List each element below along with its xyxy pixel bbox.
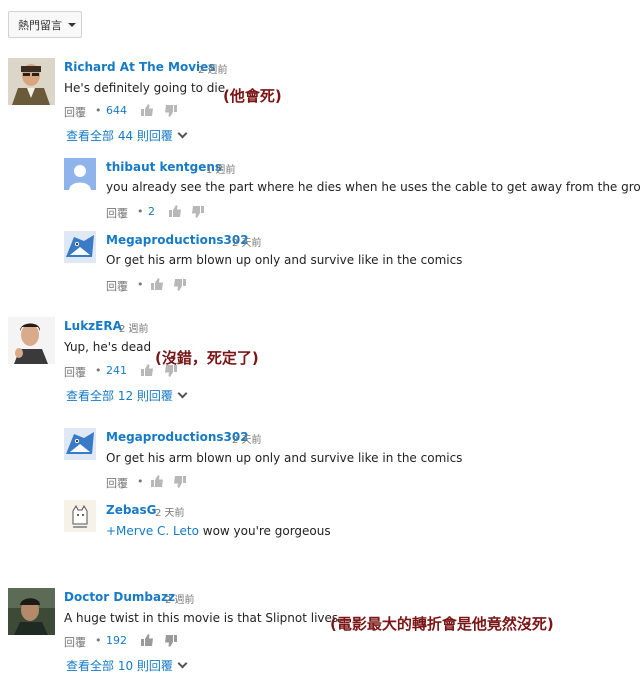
comment-author[interactable]: Richard At The Movies (64, 60, 215, 74)
view-all-replies-link[interactable]: 查看全部 12 則回覆 (66, 387, 188, 404)
chevron-down-icon (177, 128, 188, 139)
separator-dot: • (137, 205, 144, 218)
thumbs-up-icon[interactable] (150, 474, 164, 488)
caret-down-icon (68, 22, 76, 27)
separator-dot: • (95, 104, 102, 117)
comment-time[interactable]: 2 週前 (165, 591, 195, 606)
thumbs-up-icon[interactable] (140, 633, 154, 647)
thumbs-up-icon[interactable] (168, 204, 182, 218)
comment-author[interactable]: Megaproductions302 (106, 233, 249, 247)
annotation-text: (電影最大的轉折會是他竟然沒死) (330, 615, 554, 633)
cartoon-shark-icon (64, 428, 96, 460)
avatar[interactable] (64, 231, 96, 263)
separator-dot: • (95, 634, 102, 647)
comment-author[interactable]: LukzERA (64, 319, 122, 333)
reply-button[interactable]: 回覆 (64, 364, 86, 380)
comment-text-body: wow you're gorgeous (198, 524, 331, 538)
comment-time[interactable]: 1 週前 (206, 161, 236, 176)
thumbs-down-icon[interactable] (173, 278, 187, 292)
reply-button[interactable]: 回覆 (64, 634, 86, 650)
like-count: 241 (106, 364, 127, 377)
view-all-replies-link[interactable]: 查看全部 44 則回覆 (66, 127, 188, 144)
comment-text: Yup, he's dead (64, 340, 152, 354)
sort-dropdown[interactable]: 熱門留言 (8, 11, 82, 38)
thumbs-up-icon[interactable] (150, 277, 164, 291)
comment-time[interactable]: 2 天前 (232, 431, 262, 446)
like-count: 644 (106, 104, 127, 117)
comment-text: Or get his arm blown up only and survive… (106, 253, 463, 267)
user-mention[interactable]: +Merve C. Leto (106, 524, 199, 538)
view-all-replies-link[interactable]: 查看全部 10 則回覆 (66, 657, 188, 674)
thumbs-up-icon[interactable] (140, 363, 154, 377)
like-count: 192 (106, 634, 127, 647)
avatar[interactable] (64, 158, 96, 190)
separator-dot: • (95, 364, 102, 377)
thumbs-down-icon[interactable] (191, 205, 205, 219)
cartoon-shark-icon (64, 231, 96, 263)
comment-text: +Merve C. Leto wow you're gorgeous (106, 524, 331, 538)
comment-time[interactable]: 2 天前 (155, 504, 185, 519)
reply-button[interactable]: 回覆 (106, 205, 128, 221)
sort-label: 熱門留言 (18, 18, 62, 32)
chevron-down-icon (177, 388, 188, 399)
comment-time[interactable]: 2 週前 (119, 320, 149, 335)
chevron-down-icon (177, 658, 188, 669)
reply-button[interactable]: 回覆 (106, 475, 128, 491)
thumbs-down-icon[interactable] (164, 104, 178, 118)
view-all-replies-label: 查看全部 44 則回覆 (66, 129, 173, 143)
thumbs-down-icon[interactable] (164, 634, 178, 648)
comment-text: A huge twist in this movie is that Slipn… (64, 611, 342, 625)
comment-time[interactable]: 2 天前 (232, 234, 262, 249)
like-count: 2 (148, 205, 155, 218)
person-photo-icon (8, 317, 55, 364)
comment-author[interactable]: Megaproductions302 (106, 430, 249, 444)
avatar[interactable] (64, 500, 96, 532)
comment-text: Or get his arm blown up only and survive… (106, 451, 463, 465)
reply-button[interactable]: 回覆 (64, 104, 86, 120)
comment-text: you already see the part where he dies w… (106, 180, 640, 194)
cartoon-cat-icon (64, 500, 96, 532)
separator-dot: • (137, 475, 144, 488)
separator-dot: • (137, 278, 144, 291)
default-user-icon (64, 158, 96, 190)
avatar[interactable] (8, 58, 55, 105)
comment-time[interactable]: 2 週前 (198, 61, 228, 76)
avatar[interactable] (8, 317, 55, 364)
person-photo-icon (8, 58, 55, 105)
avatar[interactable] (8, 588, 55, 635)
person-photo-icon (8, 588, 55, 635)
thumbs-up-icon[interactable] (140, 103, 154, 117)
comment-author[interactable]: ZebasG (106, 503, 157, 517)
view-all-replies-label: 查看全部 12 則回覆 (66, 389, 173, 403)
comment-author[interactable]: Doctor Dumbazz (64, 590, 175, 604)
comment-text: He's definitely going to die. (64, 81, 229, 95)
annotation-text: (他會死) (223, 87, 282, 105)
reply-button[interactable]: 回覆 (106, 278, 128, 294)
thumbs-down-icon[interactable] (173, 475, 187, 489)
view-all-replies-label: 查看全部 10 則回覆 (66, 659, 173, 673)
thumbs-down-icon[interactable] (164, 364, 178, 378)
avatar[interactable] (64, 428, 96, 460)
comment-author[interactable]: thibaut kentgens (106, 160, 222, 174)
